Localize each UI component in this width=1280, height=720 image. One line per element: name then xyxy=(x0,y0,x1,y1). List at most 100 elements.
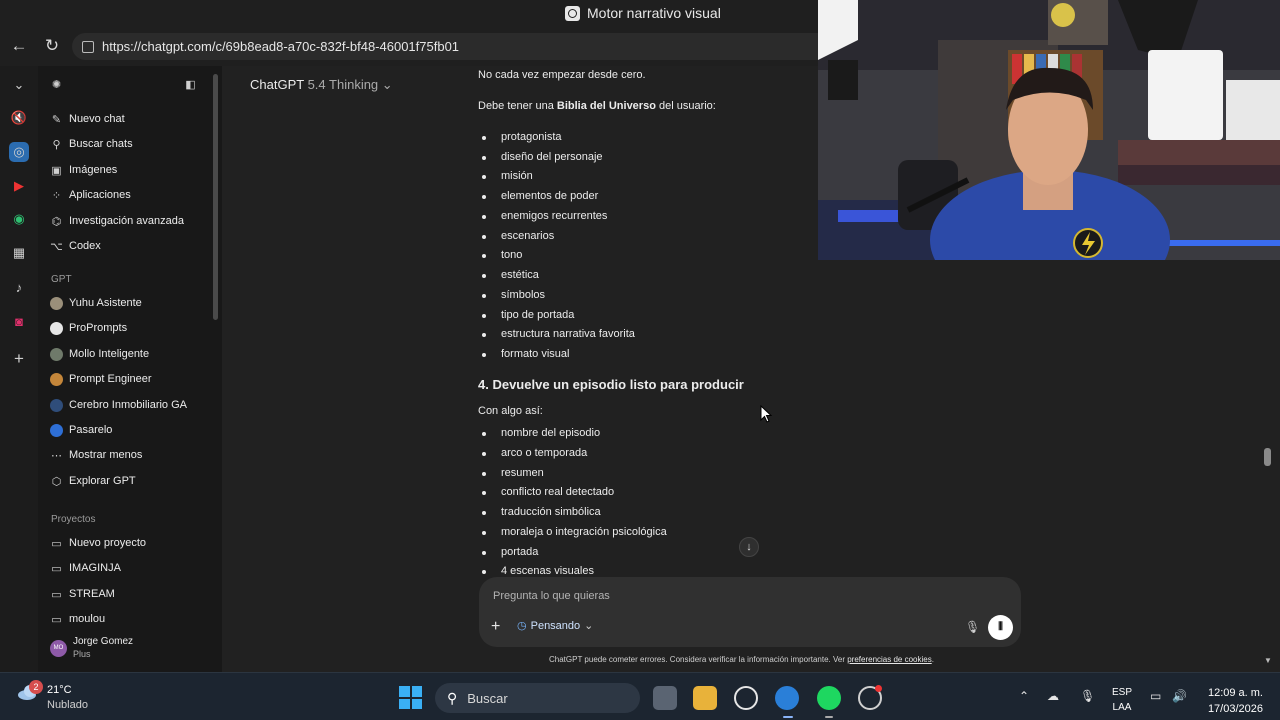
scroll-down-arrow-icon[interactable]: ▼ xyxy=(1264,656,1272,665)
sidebar-gpt-item[interactable]: Mollo Inteligente xyxy=(50,344,149,364)
system-clock[interactable]: 12:09 a. m. 17/03/2026 xyxy=(1199,685,1263,717)
folder-icon: ▭ xyxy=(51,613,62,626)
sidebar-item-images[interactable]: ▣ Imágenes xyxy=(50,160,117,180)
search-label: Buscar xyxy=(467,690,508,706)
keyboard-layout: LAA xyxy=(1112,702,1132,713)
clock-date: 17/03/2026 xyxy=(1207,703,1263,715)
list-item: símbolos xyxy=(481,289,546,301)
windows-start-icon[interactable] xyxy=(399,686,422,709)
openai-logo-icon: ✺ xyxy=(51,78,62,91)
back-arrow-icon[interactable]: ← xyxy=(9,36,29,56)
clock-time: 12:09 a. m. xyxy=(1207,687,1263,699)
site-info-icon[interactable] xyxy=(82,40,94,53)
toggle-sidebar-button[interactable]: ◧ xyxy=(184,74,197,94)
webcam-overlay xyxy=(818,0,1280,260)
sidebar-item-label: Investigación avanzada xyxy=(69,215,184,227)
explore-gpts-button[interactable]: ⬡ Explorar GPT xyxy=(50,471,136,491)
network-icon[interactable]: ▭ xyxy=(1150,689,1161,703)
cookie-preferences-link[interactable]: preferencias de cookies xyxy=(847,655,932,664)
composer[interactable]: Pregunta lo que quieras + ◷ Pensando ⌄ 🎙… xyxy=(479,577,1021,647)
tiktok-icon[interactable]: ♪ xyxy=(9,277,29,297)
microphone-icon[interactable]: 🎙 xyxy=(1080,689,1095,703)
taskbar-search[interactable]: ⚲ Buscar xyxy=(435,683,640,713)
openai-logo[interactable]: ✺ xyxy=(50,74,63,94)
recording-dot-icon xyxy=(875,685,882,692)
gpt-avatar xyxy=(50,398,63,412)
more-dots-icon: ⋯ xyxy=(51,449,62,462)
sidebar-item-deep-research[interactable]: ⌬ Investigación avanzada xyxy=(50,211,184,231)
dictate-button[interactable]: 🎙 xyxy=(965,620,980,634)
spotify-icon[interactable] xyxy=(817,686,841,710)
file-explorer-icon[interactable] xyxy=(693,686,717,710)
project-item[interactable]: ▭ IMAGINJA xyxy=(50,558,121,578)
user-name: Jorge Gomez xyxy=(73,636,134,647)
prompt-input[interactable]: Pregunta lo que quieras xyxy=(493,590,610,602)
onedrive-icon[interactable]: ☁ xyxy=(1047,689,1059,703)
list-item: protagonista xyxy=(482,131,562,143)
whatsapp-icon[interactable]: ◉ xyxy=(9,209,29,229)
explore-label: Explorar GPT xyxy=(69,475,136,487)
sidebar-item-codex[interactable]: ⌥ Codex xyxy=(50,236,101,256)
project-label: STREAM xyxy=(69,588,115,600)
list-item: formato visual xyxy=(481,348,570,360)
address-bar-row: ← ↻ https://chatgpt.com/c/69b8ead8-a70c-… xyxy=(0,26,818,66)
disclaimer-end: . xyxy=(931,655,934,664)
chatgpt-app-icon[interactable]: ◎ xyxy=(9,142,29,162)
voice-mode-button[interactable]: ⦀ xyxy=(988,615,1013,640)
reload-icon[interactable]: ↻ xyxy=(42,36,62,56)
volume-icon[interactable]: 🔊 xyxy=(1172,689,1187,703)
speaker-mute-icon[interactable]: 🔇 xyxy=(9,108,29,128)
arrow-down-icon: ↓ xyxy=(746,541,752,553)
sidebar-gpt-item[interactable]: Pasarelo xyxy=(50,420,112,440)
sidebar-gpt-item[interactable]: Yuhu Asistente xyxy=(50,293,142,313)
model-selector[interactable]: ChatGPT 5.4 Thinking ⌄ xyxy=(250,77,393,93)
sidebar-item-search-chats[interactable]: ⚲ Buscar chats xyxy=(50,134,133,154)
task-view-icon[interactable] xyxy=(653,686,677,710)
chevron-up-icon[interactable]: ⌃ xyxy=(1019,689,1029,703)
gpt-label: ProPrompts xyxy=(69,322,128,334)
project-label: IMAGINJA xyxy=(69,562,121,574)
sidebar-scrollbar[interactable] xyxy=(213,74,218,320)
chevron-down-icon[interactable]: ⌄ xyxy=(9,75,29,95)
project-label: moulou xyxy=(69,613,106,625)
thinking-mode-button[interactable]: ◷ Pensando ⌄ xyxy=(517,619,593,633)
edge-browser-icon[interactable] xyxy=(775,686,799,710)
list-item: estética xyxy=(482,269,539,281)
project-item[interactable]: ▭ STREAM xyxy=(50,584,115,604)
search-icon: ⚲ xyxy=(52,138,61,151)
list-item: traducción simbólica xyxy=(482,506,601,518)
scroll-to-bottom-button[interactable]: ↓ xyxy=(739,537,759,557)
url-field[interactable]: https://chatgpt.com/c/69b8ead8-a70c-832f… xyxy=(72,33,818,60)
project-item[interactable]: ▭ moulou xyxy=(50,609,105,629)
calendar-icon[interactable]: ▦ xyxy=(9,243,29,263)
project-label: Nuevo proyecto xyxy=(69,537,147,549)
add-attachment-button[interactable]: + xyxy=(491,618,500,636)
show-less-button[interactable]: ⋯ Mostrar menos xyxy=(50,445,142,465)
show-less-label: Mostrar menos xyxy=(69,449,143,461)
sidebar-gpt-item[interactable]: Cerebro Inmobiliario GA xyxy=(50,395,187,415)
sidebar-gpt-item[interactable]: ProPrompts xyxy=(50,318,127,338)
gpt-section-title: GPT xyxy=(51,274,72,285)
sidebar-gpt-item[interactable]: Prompt Engineer xyxy=(50,369,152,389)
sidebar-item-new-chat[interactable]: ✎ Nuevo chat xyxy=(50,109,125,129)
browser-tab[interactable]: Motor narrativo visual xyxy=(565,5,721,21)
chatgpt-app-icon[interactable] xyxy=(734,686,758,710)
page-scrollbar-thumb[interactable] xyxy=(1264,448,1271,466)
youtube-icon[interactable]: ▶ xyxy=(9,176,29,196)
text-bold: Biblia del Universo xyxy=(556,100,656,112)
projects-section-title: Proyectos xyxy=(51,514,96,525)
avatar: MO xyxy=(50,639,67,657)
folder-icon: ▭ xyxy=(51,562,62,575)
add-app-icon[interactable]: + xyxy=(9,349,29,369)
microphone-icon: 🎙 xyxy=(965,620,981,634)
sidebar-item-apps[interactable]: ⁘ Aplicaciones xyxy=(50,185,131,205)
language-indicator[interactable]: ESP LAA xyxy=(1112,685,1132,715)
user-profile[interactable]: MO Jorge Gomez Plus xyxy=(50,635,133,661)
project-item[interactable]: ▭ Nuevo proyecto xyxy=(50,533,146,553)
instagram-icon[interactable]: ◙ xyxy=(9,311,29,331)
sidebar-item-label: Buscar chats xyxy=(69,138,133,150)
mouse-cursor-icon xyxy=(760,405,773,423)
gpt-avatar xyxy=(50,321,63,335)
apps-icon: ⁘ xyxy=(51,189,62,202)
sidebar-item-label: Nuevo chat xyxy=(69,113,125,125)
